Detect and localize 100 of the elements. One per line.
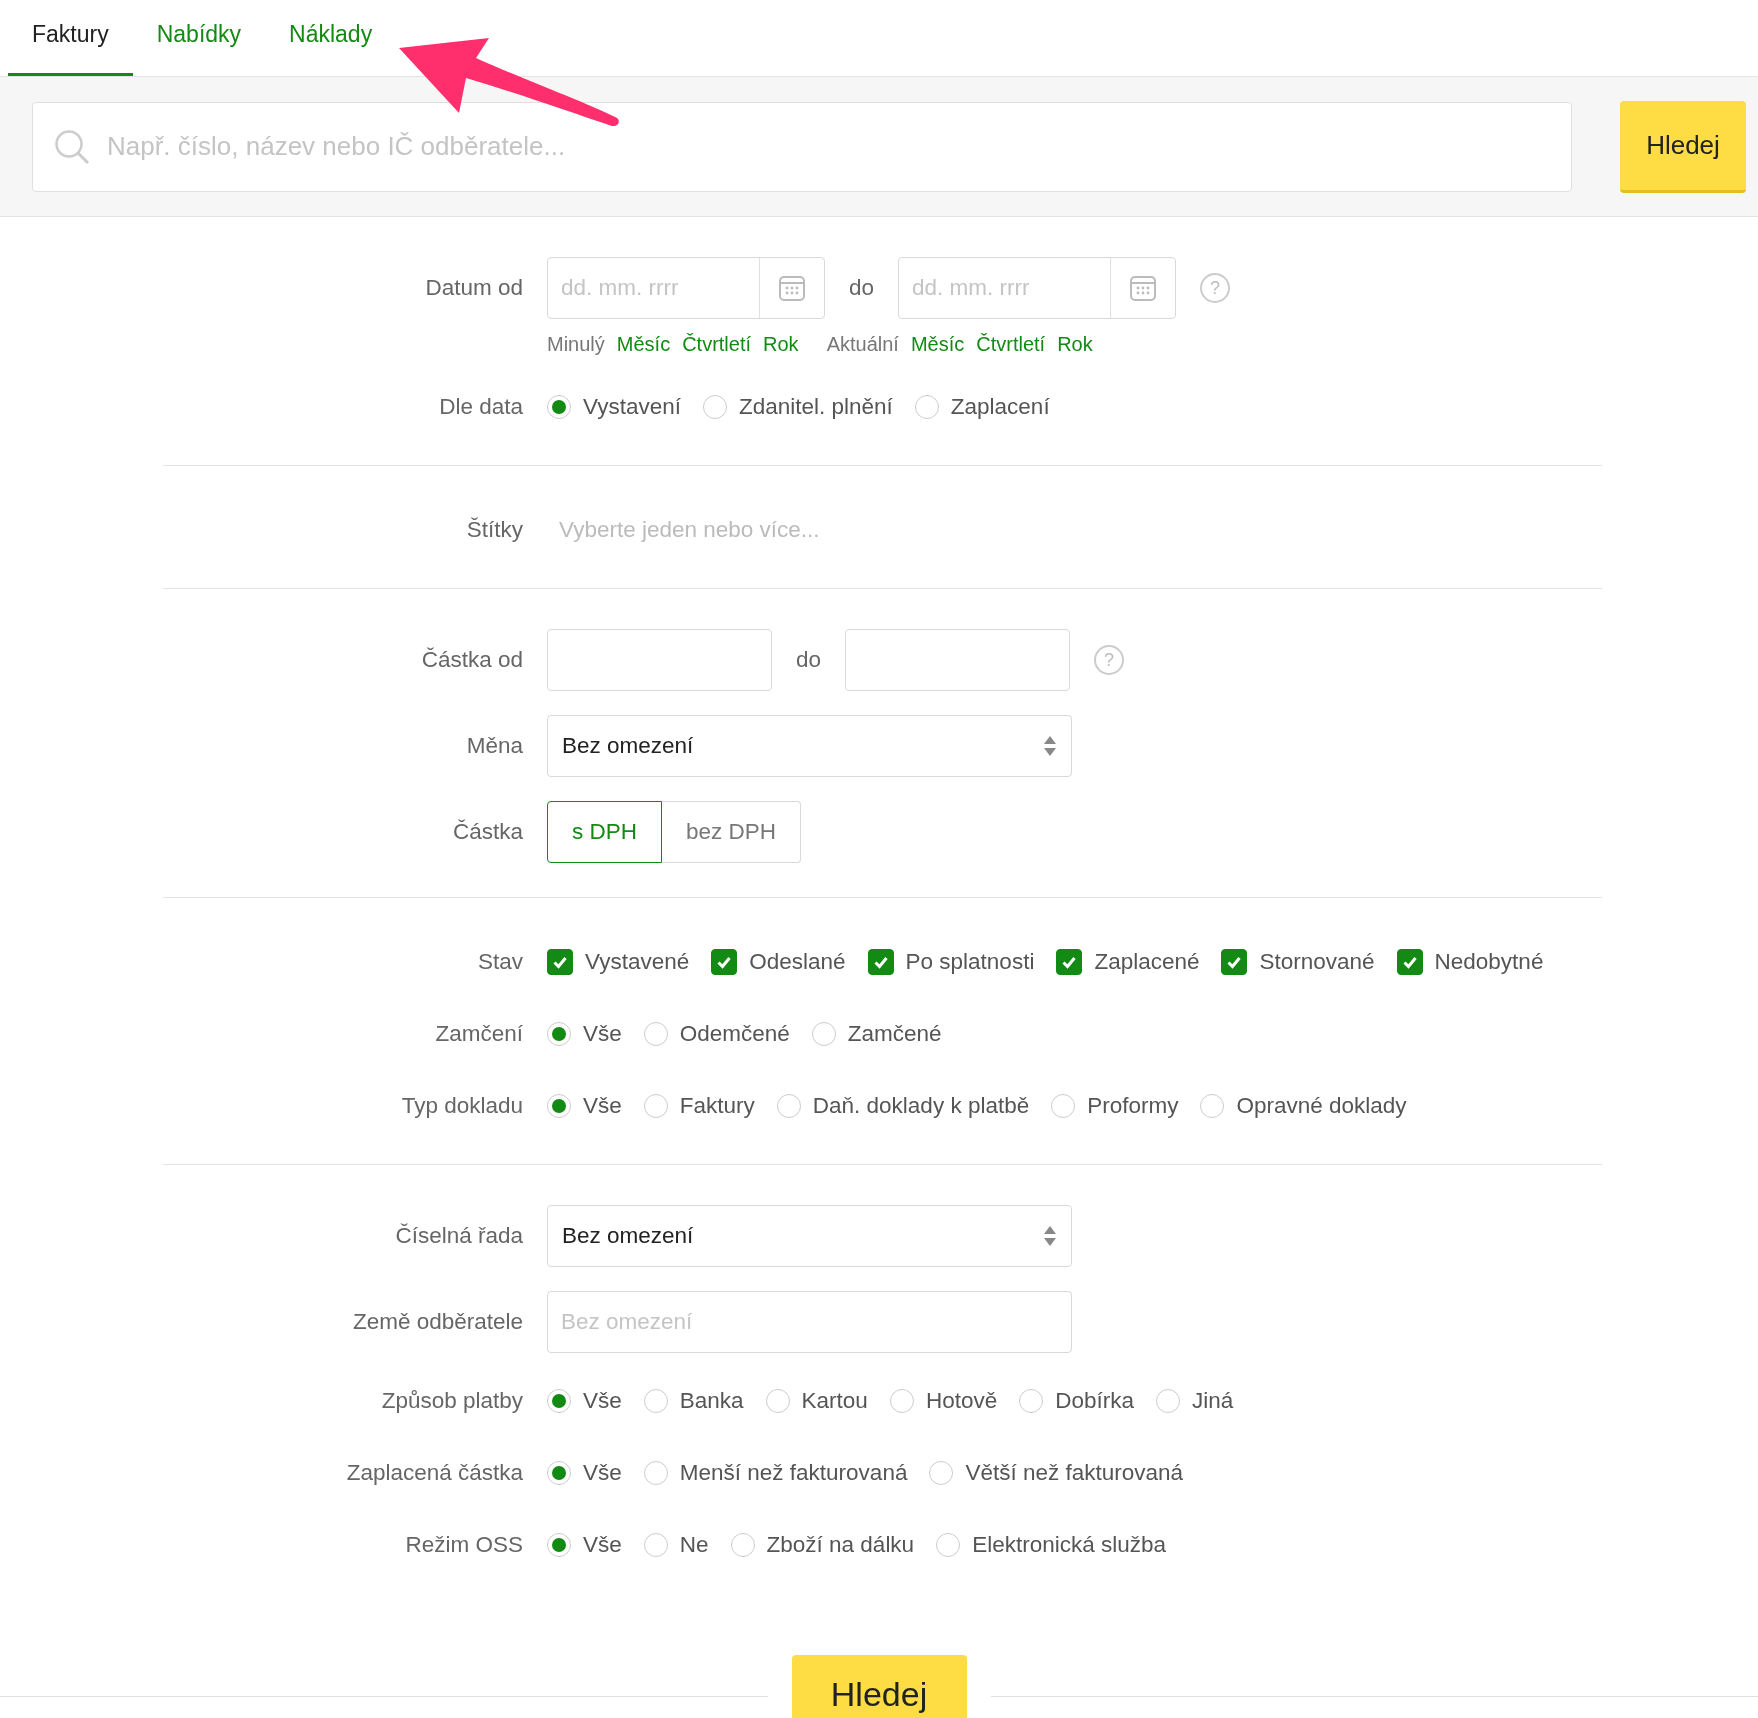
radio-label: Kartou <box>801 1388 868 1414</box>
radio-label: Vše <box>583 1021 622 1047</box>
field-label: Částka od <box>421 646 523 674</box>
range-separator: do <box>849 275 875 301</box>
radio-label: Daň. doklady k platbě <box>812 1093 1030 1119</box>
radio-label: Opravné doklady <box>1236 1093 1407 1119</box>
amount-field[interactable] <box>845 629 1071 691</box>
radio-button[interactable] <box>643 1094 668 1118</box>
sort-arrows-icon <box>1043 735 1057 757</box>
preset-label: Minulý <box>547 332 605 357</box>
radio-button[interactable] <box>1200 1094 1225 1118</box>
check-icon <box>1401 954 1418 970</box>
radio-label: Odemčené <box>679 1021 790 1047</box>
radio-label: Zboží na dálku <box>766 1532 915 1558</box>
radio-label: Vystavení <box>583 394 681 420</box>
preset-link[interactable]: Čtvrtletí <box>682 329 752 359</box>
field-label: Stav <box>477 948 523 976</box>
preset-link[interactable]: Měsíc <box>910 329 965 359</box>
search-button[interactable]: Hledej <box>791 1655 967 1718</box>
radio-button[interactable] <box>914 395 939 419</box>
radio-button[interactable] <box>776 1094 801 1118</box>
select-field[interactable]: Bez omezení <box>547 1205 1072 1267</box>
sort-arrows-icon <box>1043 1225 1057 1247</box>
radio-button[interactable] <box>811 1022 836 1046</box>
checkbox-label: Nedobytné <box>1434 949 1544 975</box>
tab[interactable]: Nabídky <box>132 0 266 76</box>
toggle-button[interactable]: bez DPH <box>662 801 802 863</box>
checkbox-label: Stornované <box>1259 949 1375 975</box>
radio-label: Ne <box>679 1532 709 1558</box>
check-icon <box>872 954 889 970</box>
radio-label: Hotově <box>925 1388 998 1414</box>
radio-label: Zaplacení <box>950 394 1050 420</box>
radio-button[interactable] <box>730 1533 755 1557</box>
field-label: Číselná řada <box>395 1222 523 1250</box>
check-icon <box>1226 954 1243 970</box>
radio-button[interactable] <box>702 395 727 419</box>
select-value: Bez omezení <box>562 733 694 759</box>
field-label: Štítky <box>466 516 523 544</box>
radio-label: Vše <box>583 1388 622 1414</box>
radio-button[interactable] <box>547 1094 571 1118</box>
radio-label: Zdanitel. plnění <box>738 394 893 420</box>
check-icon <box>1061 954 1078 970</box>
preset-label: Aktuální <box>826 332 899 357</box>
radio-button[interactable] <box>643 1389 668 1413</box>
radio-button[interactable] <box>1051 1094 1076 1118</box>
field-label: Způsob platby <box>381 1387 523 1415</box>
checkbox[interactable] <box>1221 949 1248 975</box>
field-label: Zamčení <box>435 1020 523 1048</box>
checkbox-label: Zaplacené <box>1094 949 1200 975</box>
checkbox[interactable] <box>867 949 894 975</box>
preset-link[interactable]: Rok <box>1057 329 1093 359</box>
radio-button[interactable] <box>936 1533 961 1557</box>
checkbox-label: Po splatnosti <box>905 949 1035 975</box>
radio-button[interactable] <box>1019 1389 1044 1413</box>
checkbox[interactable] <box>1396 949 1423 975</box>
checkbox-label: Odeslané <box>749 949 846 975</box>
field-label: Režim OSS <box>405 1531 523 1559</box>
search-field[interactable]: Např. číslo, název nebo IČ odběratele... <box>32 101 1572 192</box>
checkbox[interactable] <box>1056 949 1083 975</box>
amount-field[interactable] <box>547 629 772 691</box>
radio-button[interactable] <box>547 395 571 419</box>
radio-button[interactable] <box>643 1533 668 1557</box>
radio-button[interactable] <box>547 1022 571 1046</box>
radio-label: Vše <box>583 1460 622 1486</box>
select-field[interactable]: Bez omezení <box>547 715 1072 777</box>
radio-label: Vše <box>583 1093 622 1119</box>
preset-link[interactable]: Rok <box>763 329 799 359</box>
radio-button[interactable] <box>765 1389 790 1413</box>
radio-button[interactable] <box>547 1533 571 1557</box>
radio-button[interactable] <box>643 1022 668 1046</box>
checkbox[interactable] <box>711 949 738 975</box>
radio-button[interactable] <box>547 1461 571 1485</box>
radio-label: Jiná <box>1192 1388 1234 1414</box>
radio-label: Menší než fakturovaná <box>679 1460 908 1486</box>
field-label: Typ dokladu <box>401 1092 523 1120</box>
field-label: Datum od <box>425 274 523 302</box>
preset-link[interactable]: Měsíc <box>616 329 671 359</box>
field-label: Měna <box>466 732 523 760</box>
radio-button[interactable] <box>547 1389 571 1413</box>
radio-label: Vše <box>583 1532 622 1558</box>
search-button[interactable]: Hledej <box>1620 100 1746 193</box>
radio-button[interactable] <box>1156 1389 1180 1413</box>
checkbox-label: Vystavené <box>585 949 690 975</box>
radio-label: Zamčené <box>847 1021 942 1047</box>
check-icon <box>552 954 568 970</box>
toggle-button[interactable]: s DPH <box>547 801 662 863</box>
select-value: Bez omezení <box>562 1223 694 1249</box>
radio-button[interactable] <box>929 1461 954 1485</box>
tab[interactable]: Náklady <box>265 0 397 76</box>
radio-button[interactable] <box>889 1389 914 1413</box>
radio-label: Větší než fakturovaná <box>965 1460 1184 1486</box>
field-label: Zaplacená částka <box>346 1459 523 1487</box>
field-label: Dle data <box>439 393 523 421</box>
search-icon <box>54 128 90 165</box>
radio-button[interactable] <box>643 1461 668 1485</box>
checkbox[interactable] <box>547 949 573 975</box>
preset-link[interactable]: Čtvrtletí <box>976 329 1046 359</box>
radio-label: Elektronická služba <box>972 1532 1166 1558</box>
radio-label: Proformy <box>1087 1093 1179 1119</box>
field-label: Částka <box>452 818 523 846</box>
